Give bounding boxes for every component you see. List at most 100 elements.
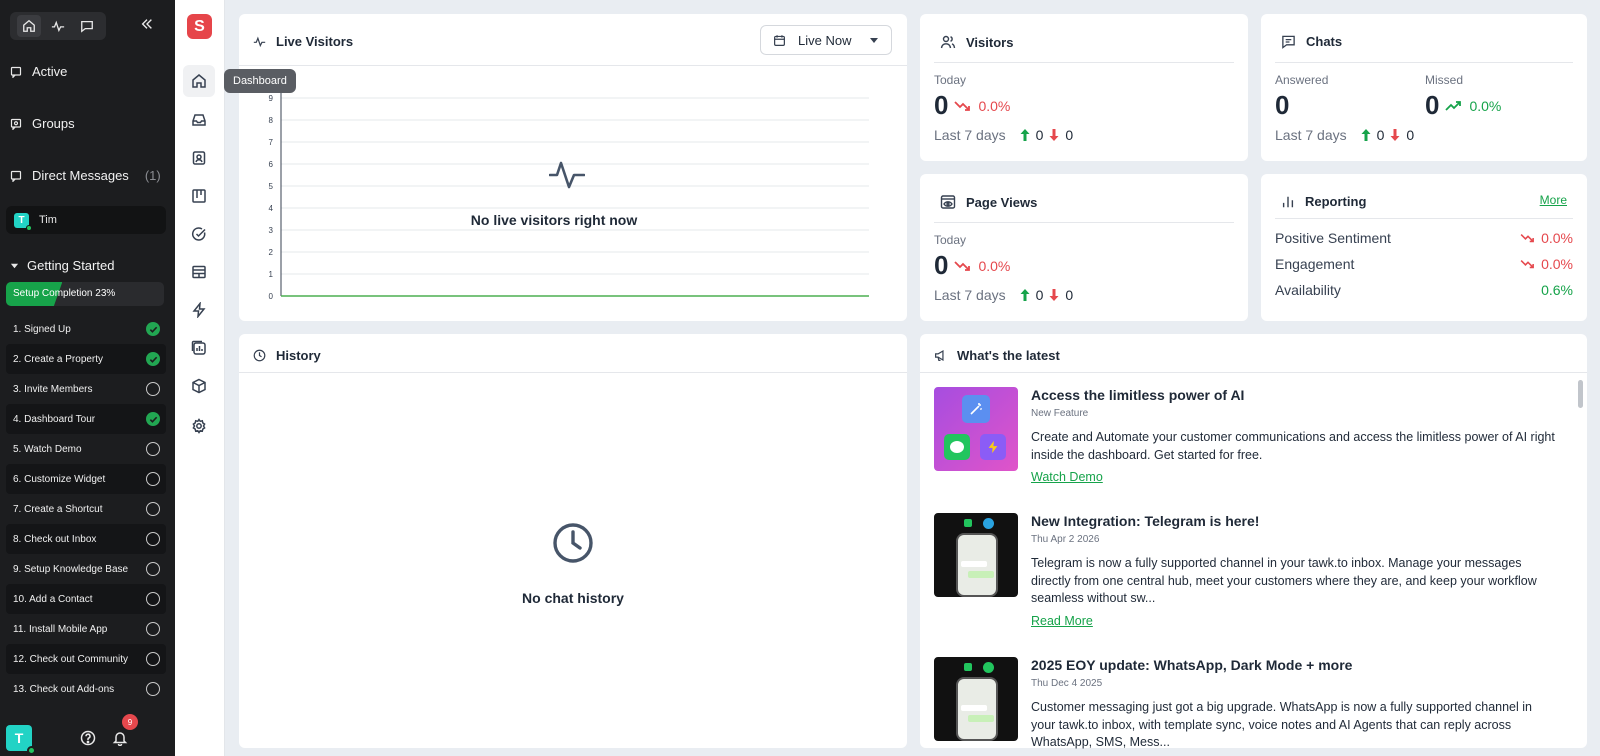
- y-tick-label: 7: [269, 138, 274, 147]
- users-icon: [940, 35, 956, 49]
- setup-step-label: 13. Check out Add-ons: [13, 683, 115, 695]
- home-icon[interactable]: [16, 15, 41, 37]
- today-label: Today: [934, 233, 967, 247]
- trend-down-icon: [1520, 258, 1536, 270]
- setup-progress-bar: Setup Completion 23%: [6, 282, 164, 306]
- trend-down-icon: [954, 260, 971, 271]
- dm-user-tim[interactable]: T Tim: [6, 206, 166, 234]
- setup-step-label: 12. Check out Community: [13, 653, 129, 665]
- setup-step[interactable]: 10. Add a Contact: [6, 584, 166, 614]
- read-more-link[interactable]: Read More: [1031, 614, 1093, 628]
- sidebar-item-label: Direct Messages: [32, 168, 129, 183]
- help-icon[interactable]: [80, 730, 96, 746]
- sidebar-top-switcher: [10, 12, 106, 40]
- collapse-sidebar-icon[interactable]: [140, 17, 154, 31]
- home-icon[interactable]: [183, 65, 215, 97]
- card-header: History: [253, 348, 321, 363]
- sidebar-item-groups[interactable]: Groups: [10, 116, 75, 131]
- settings-icon[interactable]: [183, 410, 215, 442]
- addons-icon[interactable]: [183, 370, 215, 402]
- reporting-more-link[interactable]: More: [1540, 193, 1567, 207]
- dropdown-value: Live Now: [798, 32, 852, 48]
- setup-step-label: 4. Dashboard Tour: [13, 413, 96, 425]
- check-pending-icon: [146, 502, 160, 516]
- setup-step[interactable]: 6. Customize Widget: [6, 464, 166, 494]
- telegram-thumbnail: [934, 513, 1018, 597]
- setup-step[interactable]: 4. Dashboard Tour: [6, 404, 166, 434]
- card-title: Chats: [1306, 34, 1343, 49]
- setup-step[interactable]: 8. Check out Inbox: [6, 524, 166, 554]
- check-pending-icon: [146, 622, 160, 636]
- live-visitors-card: Live Visitors 0123456789 No live visitor…: [239, 14, 907, 321]
- news-title: 2025 EOY update: WhatsApp, Dark Mode + m…: [1031, 657, 1353, 673]
- megaphone-icon: [935, 349, 944, 362]
- news-title: Access the limitless power of AI: [1031, 387, 1245, 403]
- magic-wand-icon: [962, 395, 990, 423]
- ai-feature-thumbnail: [934, 387, 1018, 471]
- lightning-chat-icon: [980, 434, 1006, 460]
- tasks-icon[interactable]: [183, 218, 215, 250]
- shortcuts-icon[interactable]: [183, 294, 215, 326]
- card-title: Live Visitors: [276, 34, 354, 49]
- setup-step[interactable]: 11. Install Mobile App: [6, 614, 166, 644]
- divider: [920, 372, 1587, 373]
- setup-step[interactable]: 13. Check out Add-ons: [6, 674, 166, 704]
- check-complete-icon: [146, 322, 160, 336]
- reporting-label: Availability: [1275, 282, 1341, 298]
- reporting-value: 0.0%: [1541, 230, 1573, 246]
- getting-started-title: Getting Started: [27, 258, 115, 273]
- latest-scrollbar[interactable]: [1578, 372, 1583, 752]
- y-tick-label: 2: [269, 248, 274, 257]
- knowledge-base-icon[interactable]: [183, 256, 215, 288]
- setup-step[interactable]: 9. Setup Knowledge Base: [6, 554, 166, 584]
- setup-steps-list: 1. Signed Up 2. Create a Property 3. Invit…: [6, 314, 166, 704]
- board-icon[interactable]: [183, 180, 215, 212]
- user-avatar[interactable]: T: [6, 725, 36, 755]
- setup-step-label: 2. Create a Property: [13, 353, 104, 365]
- setup-step[interactable]: 7. Create a Shortcut: [6, 494, 166, 524]
- watch-demo-link[interactable]: Watch Demo: [1031, 470, 1103, 484]
- last7-stat: Last 7 days 0 0: [1275, 127, 1414, 143]
- reporting-value: 0.0%: [1541, 256, 1573, 272]
- reporting-row: Positive Sentiment 0.0%: [1275, 230, 1573, 246]
- news-text: Telegram is now a fully supported channe…: [1031, 556, 1537, 605]
- setup-step[interactable]: 5. Watch Demo: [6, 434, 166, 464]
- sidebar-item-active[interactable]: Active: [10, 64, 67, 79]
- setup-step[interactable]: 3. Invite Members: [6, 374, 166, 404]
- check-pending-icon: [146, 532, 160, 546]
- last7-stat: Last 7 days 0 0: [934, 287, 1073, 303]
- setup-step[interactable]: 1. Signed Up: [6, 314, 166, 344]
- sidebar-item-direct-messages[interactable]: Direct Messages (1): [10, 168, 161, 183]
- news-date: Thu Apr 2 2026: [1031, 534, 1100, 545]
- setup-step-label: 10. Add a Contact: [13, 593, 93, 605]
- brand-logo[interactable]: S: [187, 14, 212, 39]
- sidebar-item-label: Groups: [32, 116, 75, 131]
- reports-icon[interactable]: [183, 332, 215, 364]
- arrow-up-icon: [1020, 129, 1030, 141]
- groups-icon: [10, 118, 22, 130]
- contacts-icon[interactable]: [183, 142, 215, 174]
- last7-up: 0: [1035, 287, 1044, 303]
- activity-icon[interactable]: [46, 15, 70, 37]
- check-pending-icon: [146, 472, 160, 486]
- check-pending-icon: [146, 382, 160, 396]
- setup-step[interactable]: 12. Check out Community: [6, 644, 166, 674]
- scrollbar-thumb[interactable]: [1578, 380, 1583, 408]
- inbox-icon[interactable]: [183, 104, 215, 136]
- arrow-down-icon: [1390, 129, 1400, 141]
- clock-icon: [253, 349, 266, 362]
- last7-down: 0: [1406, 127, 1415, 143]
- last7-up: 0: [1035, 127, 1044, 143]
- news-tag: New Feature: [1031, 408, 1089, 419]
- card-title: Page Views: [966, 194, 1038, 210]
- setup-step-label: 6. Customize Widget: [13, 473, 106, 485]
- check-pending-icon: [146, 442, 160, 456]
- setup-step[interactable]: 2. Create a Property: [6, 344, 166, 374]
- live-now-dropdown[interactable]: Live Now: [760, 25, 892, 55]
- setup-step-label: 11. Install Mobile App: [13, 623, 108, 635]
- trend-down-icon: [1520, 232, 1536, 244]
- notifications-icon[interactable]: [112, 730, 128, 746]
- chat-icon[interactable]: [75, 15, 99, 37]
- getting-started-toggle[interactable]: Getting Started: [10, 258, 114, 273]
- news-body: Access the limitless power of AI New Fea…: [1031, 387, 1556, 486]
